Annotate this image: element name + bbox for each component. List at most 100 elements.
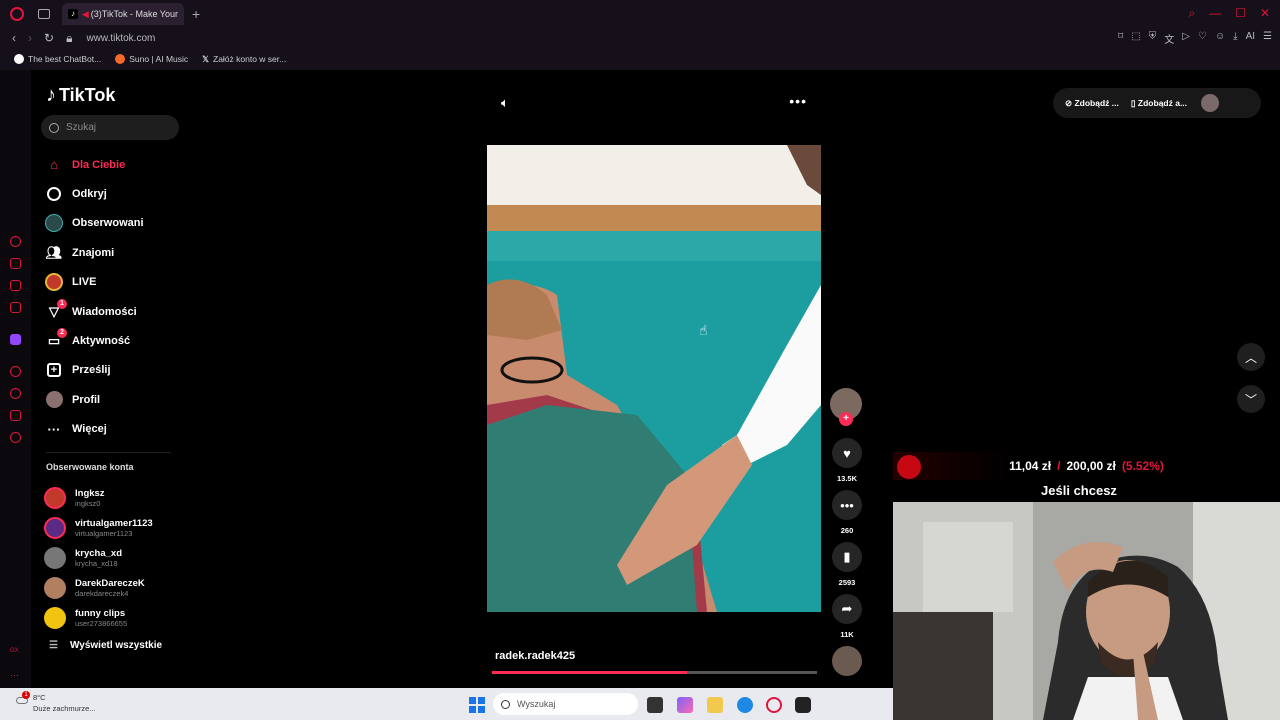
forward-icon[interactable]: › <box>28 31 32 45</box>
search-tabs-icon[interactable]: ⌕ <box>1188 6 1195 21</box>
show-all-button[interactable]: ☰ Wyświetl wszystkie <box>49 640 162 651</box>
following-account[interactable]: DarekDareczeK darekdareczek4 <box>44 573 153 603</box>
extensions-icon[interactable] <box>10 410 21 421</box>
goal-target: 200,00 zł <box>1066 459 1116 473</box>
menu-item-following[interactable]: Obserwowani <box>45 209 144 238</box>
url-field[interactable]: www.tiktok.com <box>86 33 155 44</box>
volume-icon[interactable]: 🔈︎ <box>501 95 509 111</box>
aria-icon[interactable] <box>10 236 21 247</box>
maximize-icon[interactable]: ☐ <box>1235 6 1246 21</box>
opera-logo-icon[interactable] <box>10 7 24 21</box>
video-progress-bar[interactable] <box>492 671 817 674</box>
menu-item-activity[interactable]: ▭ 2 Aktywność <box>45 326 144 355</box>
opera-gx-taskbar-icon[interactable] <box>766 697 782 713</box>
speaker-icon[interactable]: ◀ <box>82 9 89 20</box>
new-tab-icon[interactable]: + <box>192 6 200 22</box>
taskbar-search-input[interactable]: Wyszukaj <box>493 693 638 715</box>
follow-plus-icon[interactable]: + <box>839 412 853 426</box>
bookmark-item[interactable]: Suno | AI Music <box>115 54 188 64</box>
creator-avatar[interactable]: + <box>830 388 862 426</box>
following-account[interactable]: Ingksz ingksz0 <box>44 483 153 513</box>
share-action[interactable]: ➦ 11K <box>832 594 862 639</box>
share-icon[interactable]: ➦ <box>832 594 862 624</box>
message-icon: ▭ 2 <box>45 328 67 350</box>
player-sidebar-icon[interactable] <box>10 366 21 377</box>
aria-ai-icon[interactable]: AI <box>1246 31 1255 46</box>
show-all-label: Wyświetl wszystkie <box>70 640 163 651</box>
copilot-icon[interactable] <box>677 697 693 713</box>
screenshot-icon[interactable]: ⬚ <box>1131 31 1140 46</box>
menu-item-explore[interactable]: Odkryj <box>45 179 144 208</box>
bookmark-item[interactable]: The best ChatBot... <box>14 54 101 64</box>
menu-item-for-you[interactable]: ⌂ Dla Ciebie <box>45 150 144 179</box>
instagram-icon[interactable] <box>10 302 21 313</box>
get-coins-button[interactable]: ⊘ Zdobądź ... <box>1065 98 1119 109</box>
tiktok-sidebar: ♪ TikTok Szukaj ⌂ Dla Ciebie Odkryj Obse… <box>31 70 201 688</box>
menu-item-upload[interactable]: + Prześlij <box>45 356 144 385</box>
close-icon[interactable]: ✕ <box>1260 6 1270 21</box>
following-account[interactable]: krycha_xd krycha_xd18 <box>44 543 153 573</box>
weather-widget[interactable]: 1 8°C Duże zachmurze... <box>16 691 96 713</box>
notification-badge: 2 <box>57 328 67 339</box>
app-taskbar-icon[interactable] <box>795 697 811 713</box>
get-app-button[interactable]: ▯ Zdobądź a... <box>1131 98 1187 109</box>
sound-action[interactable] <box>832 646 862 676</box>
windows-start-icon[interactable] <box>469 697 485 713</box>
menu-icon[interactable]: ☰ <box>1263 31 1272 46</box>
menu-item-live[interactable]: LIVE <box>45 268 144 297</box>
chat-icon[interactable] <box>10 280 21 291</box>
translate-icon[interactable]: 文 <box>1164 31 1174 46</box>
comment-icon[interactable]: ••• <box>832 490 862 520</box>
following-account[interactable]: funny clips user273866655 <box>44 603 153 633</box>
minimize-icon[interactable]: — <box>1209 6 1221 21</box>
window-controls: ⌕ — ☐ ✕ <box>1188 6 1270 21</box>
weather-badge: 1 <box>22 691 30 699</box>
bookmark-icon[interactable]: ▮ <box>832 542 862 572</box>
back-icon[interactable]: ‹ <box>12 31 16 45</box>
video-author[interactable]: radek.radek425 <box>495 650 575 662</box>
settings-icon[interactable] <box>10 432 21 443</box>
previous-video-button[interactable]: ︿ <box>1237 343 1265 371</box>
music-disc-icon[interactable] <box>832 646 862 676</box>
menu-item-friends[interactable]: 👥︎ Znajomi <box>45 238 144 267</box>
user-avatar[interactable] <box>1201 94 1220 112</box>
reload-icon[interactable]: ↻ <box>44 31 54 45</box>
adblock-icon[interactable]: ⛨ <box>1149 31 1157 46</box>
menu-item-messages[interactable]: ▽ 1 Wiadomości <box>45 297 144 326</box>
menu-item-more[interactable]: ··· Więcej <box>45 415 144 444</box>
workspaces-icon[interactable] <box>38 9 50 19</box>
bookmark-icon[interactable]: ⌑ <box>1118 31 1123 46</box>
like-action[interactable]: ♥ 13.5K <box>832 438 862 483</box>
heart-icon[interactable]: ♡ <box>1198 31 1207 46</box>
heart-icon[interactable]: ♥ <box>832 438 862 468</box>
video-top-controls: 🔈︎ ••• <box>487 88 821 118</box>
comment-action[interactable]: ••• 260 <box>832 490 862 535</box>
file-explorer-icon[interactable] <box>707 697 723 713</box>
tiktok-logo[interactable]: ♪ TikTok <box>46 84 115 107</box>
lock-icon: 🔒︎ <box>66 30 73 45</box>
tab-title: (3)TikTok - Make Your <box>90 9 178 19</box>
account-handle: krycha_xd18 <box>75 559 118 568</box>
task-view-icon[interactable] <box>647 697 663 713</box>
get-app-bar: ⊘ Zdobądź ... ▯ Zdobądź a... <box>1053 88 1261 118</box>
address-bar: ‹ › ↻ 🔒︎ www.tiktok.com ⌑ ⬚ ⛨ 文 ▷ ♡ ☺ ⤓ … <box>0 28 1280 48</box>
history-icon[interactable] <box>10 388 21 399</box>
profile-icon[interactable]: ☺ <box>1215 31 1225 46</box>
player-icon[interactable]: ▷ <box>1182 31 1190 46</box>
twitch-icon[interactable] <box>10 334 21 345</box>
bookmark-item[interactable]: 𝕏 Załóż konto w ser... <box>202 54 286 65</box>
more-sidebar-icon[interactable]: ··· <box>10 670 21 681</box>
save-action[interactable]: ▮ 2593 <box>832 542 862 587</box>
browser-tab[interactable]: ♪ ◀ (3)TikTok - Make Your <box>62 3 184 25</box>
gx-icon[interactable]: GX <box>10 648 21 659</box>
next-video-button[interactable]: ﹀ <box>1237 385 1265 413</box>
messenger-icon[interactable] <box>10 258 21 269</box>
following-account[interactable]: virtualgamer1123 virtualgamer1123 <box>44 513 153 543</box>
edge-icon[interactable] <box>737 697 753 713</box>
menu-item-profile[interactable]: Profil <box>45 385 144 414</box>
video-player[interactable] <box>487 145 821 612</box>
more-options-icon[interactable]: ••• <box>789 93 807 109</box>
download-icon[interactable]: ⤓ <box>1233 31 1237 46</box>
account-name: krycha_xd <box>75 548 123 559</box>
search-input[interactable]: Szukaj <box>41 115 179 140</box>
